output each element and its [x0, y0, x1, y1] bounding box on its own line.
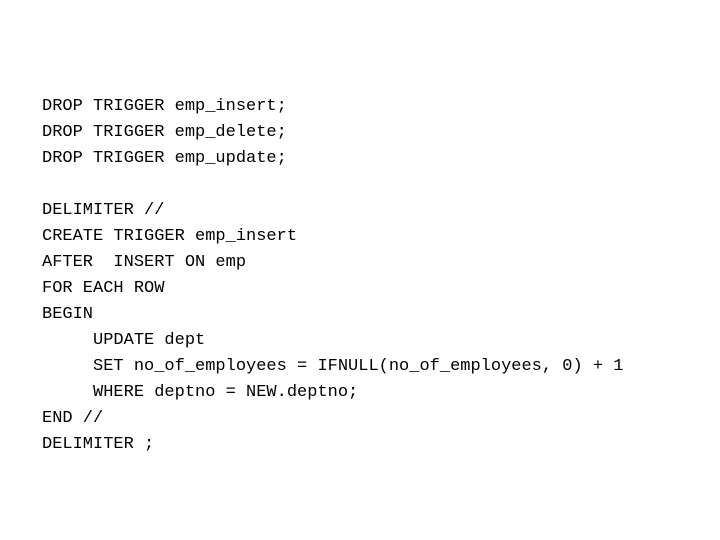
code-line: DELIMITER //: [42, 201, 165, 220]
code-line: DROP TRIGGER emp_insert;: [42, 97, 287, 116]
code-line: END //: [42, 409, 104, 428]
code-line: CREATE TRIGGER emp_insert: [42, 227, 298, 246]
code-line: DELIMITER ;: [42, 435, 155, 454]
code-line: DROP TRIGGER emp_delete;: [42, 123, 287, 142]
code-line: DROP TRIGGER emp_update;: [42, 149, 287, 168]
code-line: FOR EACH ROW: [42, 279, 165, 298]
code-line: WHERE deptno = NEW.deptno;: [42, 383, 359, 402]
code-line: AFTER INSERT ON emp: [42, 253, 247, 272]
code-line: BEGIN: [42, 305, 94, 324]
slide-canvas: DROP TRIGGER emp_insert; DROP TRIGGER em…: [0, 0, 720, 540]
code-line: UPDATE dept: [42, 331, 206, 350]
code-line: SET no_of_employees = IFNULL(no_of_emplo…: [42, 357, 624, 376]
sql-code-block: DROP TRIGGER emp_insert; DROP TRIGGER em…: [42, 94, 702, 458]
